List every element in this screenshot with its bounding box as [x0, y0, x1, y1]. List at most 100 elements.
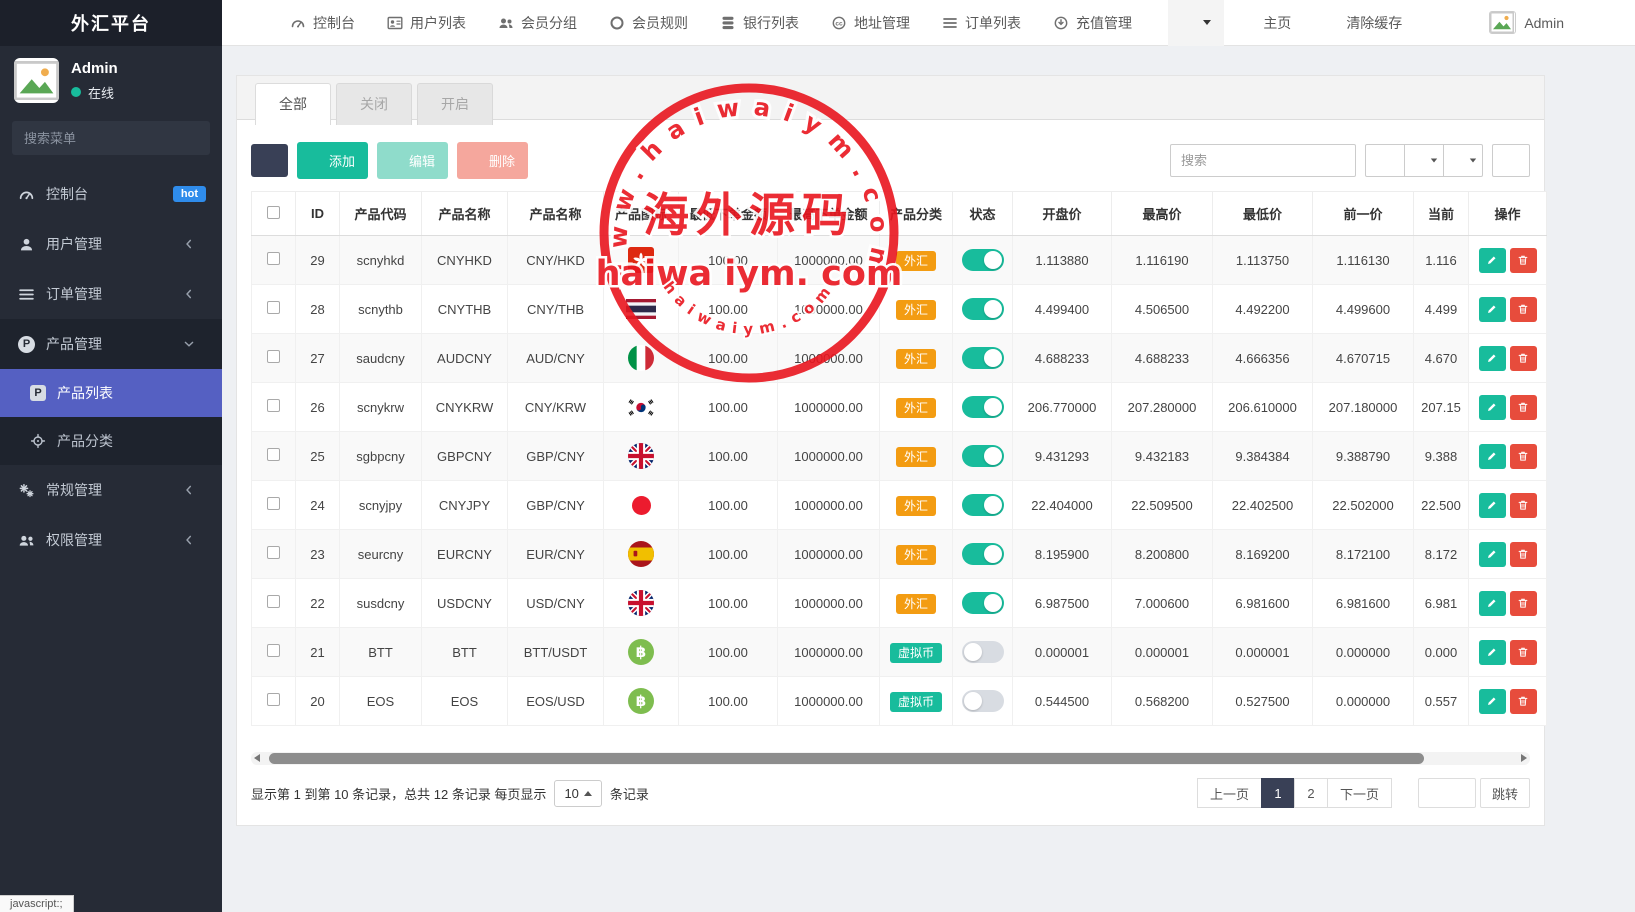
- navbar-item-4[interactable]: 银行列表: [704, 0, 815, 46]
- next-page-button[interactable]: 下一页: [1327, 778, 1392, 808]
- status-toggle[interactable]: [962, 592, 1004, 614]
- status-toggle[interactable]: [962, 543, 1004, 565]
- columns-dropdown-button[interactable]: [1404, 144, 1444, 177]
- navbar-item-6[interactable]: 订单列表: [926, 0, 1037, 46]
- row-checkbox[interactable]: [267, 448, 280, 461]
- tab-2[interactable]: 开启: [417, 83, 493, 125]
- user-menu[interactable]: Admin: [1473, 0, 1580, 46]
- detail-view-button[interactable]: [1365, 144, 1405, 177]
- scroll-right-arrow-icon[interactable]: [1521, 754, 1527, 762]
- row-delete-button[interactable]: [1510, 346, 1537, 371]
- row-edit-button[interactable]: [1479, 689, 1506, 714]
- status-toggle[interactable]: [962, 249, 1004, 271]
- sidebar-subitem-active-0[interactable]: P产品列表: [0, 369, 222, 417]
- tab-0[interactable]: 全部: [255, 83, 331, 125]
- delete-button[interactable]: 删除: [457, 142, 528, 179]
- tab-1[interactable]: 关闭: [336, 83, 412, 125]
- settings-button[interactable]: [1580, 0, 1635, 46]
- row-delete-button[interactable]: [1510, 248, 1537, 273]
- prev-page-button[interactable]: 上一页: [1197, 778, 1262, 808]
- row-delete-button[interactable]: [1510, 297, 1537, 322]
- page-size-dropdown[interactable]: 10: [554, 780, 601, 807]
- row-edit-button[interactable]: [1479, 248, 1506, 273]
- row-edit-button[interactable]: [1479, 493, 1506, 518]
- sidebar-search-input[interactable]: [12, 121, 210, 155]
- category-badge: 外汇: [896, 496, 936, 516]
- row-delete-button[interactable]: [1510, 542, 1537, 567]
- sidebar-item-4[interactable]: 常规管理: [0, 465, 222, 515]
- uk-flag-icon: [628, 590, 654, 616]
- edit-button[interactable]: 编辑: [377, 142, 448, 179]
- row-delete-button[interactable]: [1510, 444, 1537, 469]
- row-edit-button[interactable]: [1479, 542, 1506, 567]
- row-edit-button[interactable]: [1479, 444, 1506, 469]
- select-all-checkbox[interactable]: [267, 206, 280, 219]
- row-checkbox[interactable]: [267, 252, 280, 265]
- navbar-item-7[interactable]: 充值管理: [1037, 0, 1148, 46]
- sidebar-item-0[interactable]: 控制台hot: [0, 169, 222, 219]
- fullscreen-button[interactable]: [1418, 0, 1473, 46]
- table-search-input[interactable]: [1170, 144, 1356, 177]
- status-toggle[interactable]: [962, 494, 1004, 516]
- row-edit-button[interactable]: [1479, 395, 1506, 420]
- row-checkbox[interactable]: [267, 497, 280, 510]
- trash-icon: [1517, 450, 1529, 462]
- status-toggle[interactable]: [962, 396, 1004, 418]
- row-delete-button[interactable]: [1510, 640, 1537, 665]
- cell-actions: [1469, 628, 1547, 677]
- cell-current-price: 0.557: [1414, 677, 1469, 726]
- scroll-left-arrow-icon[interactable]: [254, 754, 260, 762]
- add-button[interactable]: 添加: [297, 142, 368, 179]
- row-checkbox[interactable]: [267, 595, 280, 608]
- sidebar-item-2[interactable]: 订单管理: [0, 269, 222, 319]
- row-checkbox[interactable]: [267, 399, 280, 412]
- page-button-2[interactable]: 2: [1294, 778, 1328, 808]
- sidebar-item-3[interactable]: P产品管理: [0, 319, 222, 369]
- cell-low-price: 0.000001: [1213, 628, 1313, 677]
- navbar-item-1[interactable]: 用户列表: [371, 0, 482, 46]
- row-edit-button[interactable]: [1479, 640, 1506, 665]
- tabs-dropdown-button[interactable]: [1168, 0, 1224, 46]
- status-toggle[interactable]: [962, 298, 1004, 320]
- home-button[interactable]: 主页: [1224, 0, 1307, 46]
- page-button-1[interactable]: 1: [1261, 778, 1295, 808]
- sidebar-subitem-1[interactable]: 产品分类: [0, 417, 222, 465]
- navbar-item-5[interactable]: cc地址管理: [815, 0, 926, 46]
- product-list-icon: P: [30, 385, 46, 401]
- row-checkbox[interactable]: [267, 546, 280, 559]
- cell-actions: [1469, 383, 1547, 432]
- row-delete-button[interactable]: [1510, 395, 1537, 420]
- row-checkbox[interactable]: [267, 693, 280, 706]
- clear-cache-button[interactable]: 清除缓存: [1307, 0, 1418, 46]
- navbar-item-0[interactable]: 控制台: [274, 0, 371, 46]
- status-toggle[interactable]: [962, 641, 1004, 663]
- header-cell-select: [252, 192, 296, 236]
- jump-button[interactable]: 跳转: [1480, 778, 1530, 808]
- sidebar-toggle-button[interactable]: [222, 14, 274, 32]
- row-checkbox[interactable]: [267, 644, 280, 657]
- sidebar-item-1[interactable]: 用户管理: [0, 219, 222, 269]
- row-checkbox[interactable]: [267, 350, 280, 363]
- row-delete-button[interactable]: [1510, 591, 1537, 616]
- navbar-item-2[interactable]: 会员分组: [482, 0, 593, 46]
- status-toggle[interactable]: [962, 690, 1004, 712]
- cell-high-price: 0.568200: [1112, 677, 1213, 726]
- sidebar-item-5[interactable]: 权限管理: [0, 515, 222, 565]
- row-delete-button[interactable]: [1510, 689, 1537, 714]
- cell-status: [953, 530, 1013, 579]
- row-delete-button[interactable]: [1510, 493, 1537, 518]
- refresh-button[interactable]: [251, 144, 288, 177]
- row-checkbox[interactable]: [267, 301, 280, 314]
- row-edit-button[interactable]: [1479, 297, 1506, 322]
- avatar[interactable]: [14, 58, 59, 103]
- export-dropdown-button[interactable]: [1443, 144, 1483, 177]
- horizontal-scrollbar[interactable]: [251, 752, 1530, 765]
- search-button[interactable]: [1492, 144, 1530, 177]
- status-toggle[interactable]: [962, 445, 1004, 467]
- navbar-item-3[interactable]: 会员规则: [593, 0, 704, 46]
- scrollbar-thumb[interactable]: [269, 753, 1424, 764]
- row-edit-button[interactable]: [1479, 591, 1506, 616]
- status-toggle[interactable]: [962, 347, 1004, 369]
- row-edit-button[interactable]: [1479, 346, 1506, 371]
- jump-page-input[interactable]: [1418, 778, 1476, 808]
